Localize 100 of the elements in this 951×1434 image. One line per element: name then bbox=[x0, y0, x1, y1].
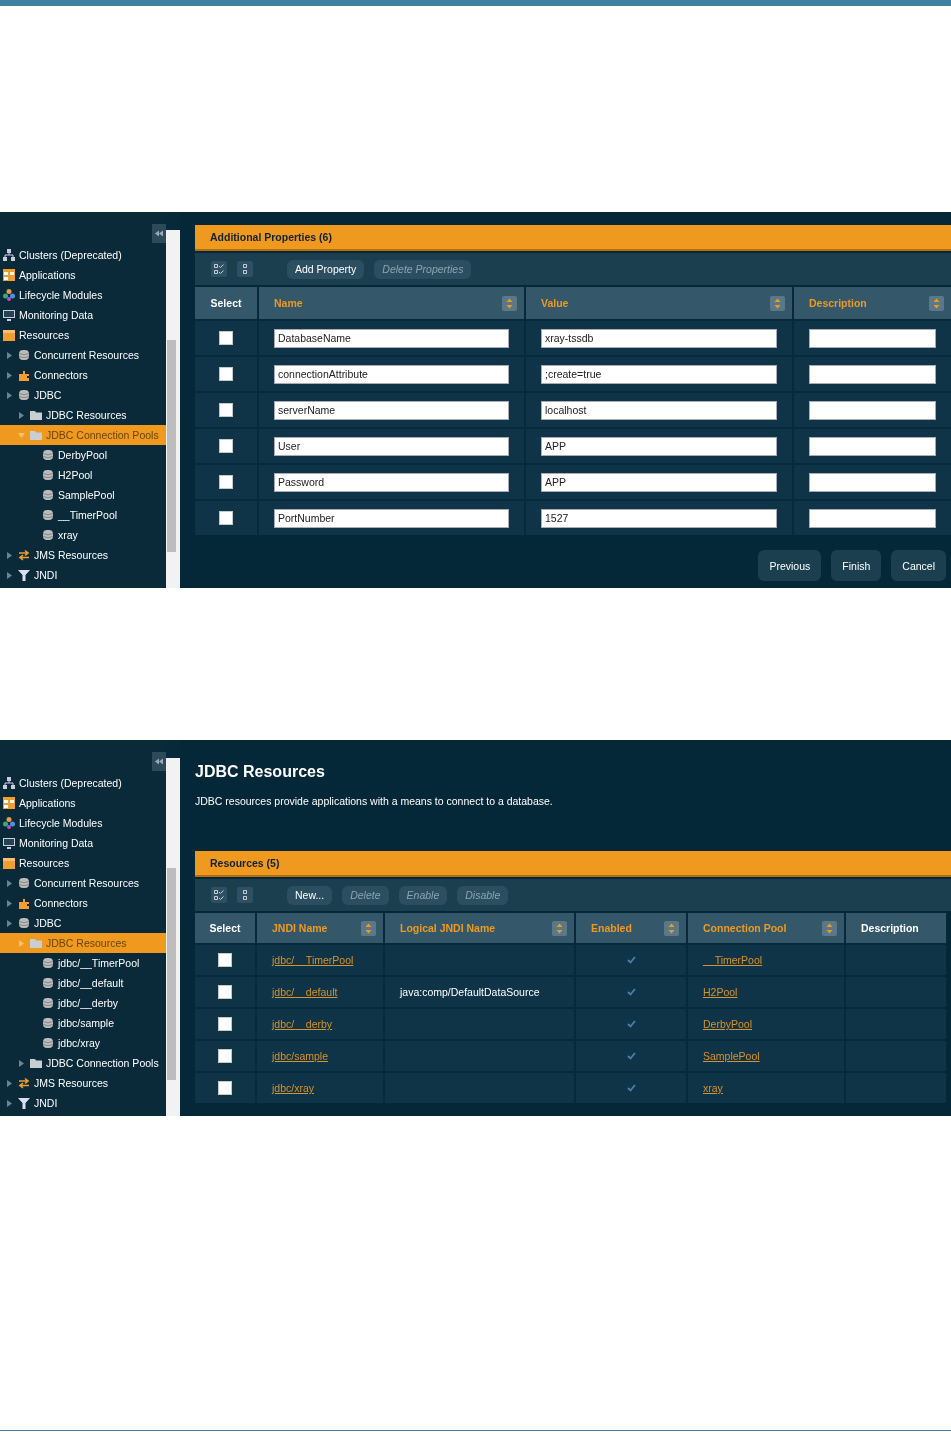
sidebar-item[interactable]: Concurrent Resources bbox=[0, 873, 166, 893]
sidebar-item[interactable]: JDBC Connection Pools bbox=[0, 425, 166, 445]
value-field[interactable]: ;create=true bbox=[541, 364, 777, 384]
checkbox[interactable] bbox=[218, 1017, 232, 1031]
sidebar-item[interactable]: Resources bbox=[0, 853, 166, 873]
name-field[interactable]: User bbox=[274, 436, 509, 456]
name-field[interactable]: serverName bbox=[274, 400, 509, 420]
toolbar-button[interactable]: Add Property bbox=[287, 259, 365, 279]
jndi-name-link[interactable]: jdbc/__default bbox=[272, 986, 338, 998]
sidebar-item[interactable]: SamplePool bbox=[0, 485, 166, 505]
sidebar-item[interactable]: JDBC Resources bbox=[0, 933, 166, 953]
jndi-name-link[interactable]: jdbc/xray bbox=[272, 1082, 314, 1094]
connection-pool-link[interactable]: DerbyPool bbox=[703, 1018, 753, 1030]
checkbox[interactable] bbox=[219, 403, 233, 417]
footer-button[interactable]: Cancel bbox=[891, 550, 946, 581]
sidebar-item[interactable]: xray bbox=[0, 525, 166, 545]
footer-button[interactable]: Previous bbox=[758, 550, 822, 581]
value-field[interactable]: 1527 bbox=[541, 508, 777, 528]
sort-icon[interactable] bbox=[770, 295, 785, 311]
column-header[interactable]: Description bbox=[846, 913, 946, 943]
sidebar-item[interactable]: JDBC Resources bbox=[0, 405, 166, 425]
checkbox[interactable] bbox=[218, 1049, 232, 1063]
description-field[interactable] bbox=[809, 364, 936, 384]
checkbox[interactable] bbox=[219, 331, 233, 345]
description-field[interactable] bbox=[809, 472, 936, 492]
sort-icon[interactable] bbox=[552, 920, 567, 936]
checkbox[interactable] bbox=[219, 439, 233, 453]
jndi-name-link[interactable]: jdbc/__TimerPool bbox=[272, 954, 354, 966]
sidebar-item[interactable]: Monitoring Data bbox=[0, 833, 166, 853]
checkbox[interactable] bbox=[218, 1081, 232, 1095]
sidebar-item[interactable]: Concurrent Resources bbox=[0, 345, 166, 365]
sidebar-item[interactable]: jdbc/__TimerPool bbox=[0, 953, 166, 973]
sort-icon[interactable] bbox=[822, 920, 837, 936]
sidebar-item[interactable]: JDBC bbox=[0, 913, 166, 933]
value-field[interactable]: APP bbox=[541, 436, 777, 456]
sidebar-item[interactable]: H2Pool bbox=[0, 465, 166, 485]
sidebar-item[interactable]: Lifecycle Modules bbox=[0, 285, 166, 305]
sidebar-item[interactable]: jdbc/xray bbox=[0, 1033, 166, 1053]
connection-pool-link[interactable]: H2Pool bbox=[703, 986, 738, 998]
scrollbar-thumb[interactable] bbox=[167, 868, 176, 1080]
description-field[interactable] bbox=[809, 436, 936, 456]
caret-right-icon[interactable] bbox=[5, 571, 13, 579]
value-field[interactable]: xray-tssdb bbox=[541, 328, 777, 348]
sidebar-item[interactable]: JDBC Connection Pools bbox=[0, 1053, 166, 1073]
caret-right-icon[interactable] bbox=[5, 919, 13, 927]
sidebar-item[interactable]: DerbyPool bbox=[0, 445, 166, 465]
sort-icon[interactable] bbox=[502, 295, 517, 311]
value-field[interactable]: localhost bbox=[541, 400, 777, 420]
sidebar-item[interactable]: Clusters (Deprecated) bbox=[0, 773, 166, 793]
sidebar-item[interactable]: JMS Resources bbox=[0, 545, 166, 565]
connection-pool-link[interactable]: SamplePool bbox=[703, 1050, 760, 1062]
description-field[interactable] bbox=[809, 328, 936, 348]
sidebar-item[interactable]: JNDI bbox=[0, 565, 166, 585]
caret-right-icon[interactable] bbox=[17, 1059, 25, 1067]
checkbox[interactable] bbox=[218, 953, 232, 967]
sort-icon[interactable] bbox=[929, 295, 944, 311]
sidebar-item[interactable]: jdbc/__default bbox=[0, 973, 166, 993]
value-field[interactable]: APP bbox=[541, 472, 777, 492]
caret-right-icon[interactable] bbox=[5, 371, 13, 379]
sidebar-item[interactable]: Lifecycle Modules bbox=[0, 813, 166, 833]
checkbox[interactable] bbox=[219, 367, 233, 381]
caret-right-icon[interactable] bbox=[5, 1099, 13, 1107]
caret-right-icon[interactable] bbox=[5, 899, 13, 907]
sidebar-item[interactable]: jdbc/__derby bbox=[0, 993, 166, 1013]
caret-right-icon[interactable] bbox=[17, 411, 25, 419]
caret-right-icon[interactable] bbox=[5, 351, 13, 359]
checkbox[interactable] bbox=[218, 985, 232, 999]
footer-button[interactable]: Finish bbox=[831, 550, 882, 581]
sidebar-item[interactable]: Monitoring Data bbox=[0, 305, 166, 325]
connection-pool-link[interactable]: __TimerPool bbox=[703, 954, 763, 966]
jndi-name-link[interactable]: jdbc/__derby bbox=[272, 1018, 333, 1030]
checkbox[interactable] bbox=[219, 475, 233, 489]
name-field[interactable]: connectionAttribute bbox=[274, 364, 509, 384]
sidebar-item[interactable]: Applications bbox=[0, 265, 166, 285]
name-field[interactable]: PortNumber bbox=[274, 508, 509, 528]
sort-icon[interactable] bbox=[361, 920, 376, 936]
collapse-icon[interactable] bbox=[152, 224, 166, 243]
sidebar-item[interactable]: jdbc/sample bbox=[0, 1013, 166, 1033]
description-field[interactable] bbox=[809, 400, 936, 420]
sidebar-item[interactable]: JNDI bbox=[0, 1093, 166, 1113]
sidebar-item[interactable]: Connectors bbox=[0, 893, 166, 913]
sidebar-item[interactable]: JMS Resources bbox=[0, 1073, 166, 1093]
sidebar-item[interactable]: Resources bbox=[0, 325, 166, 345]
checkbox[interactable] bbox=[219, 511, 233, 525]
column-header[interactable]: Select bbox=[195, 913, 255, 943]
description-field[interactable] bbox=[809, 508, 936, 528]
sidebar-item[interactable]: Applications bbox=[0, 793, 166, 813]
caret-right-icon[interactable] bbox=[5, 879, 13, 887]
collapse-icon[interactable] bbox=[152, 752, 166, 771]
caret-right-icon[interactable] bbox=[5, 551, 13, 559]
sidebar-item[interactable]: Connectors bbox=[0, 365, 166, 385]
sidebar-item[interactable]: __TimerPool bbox=[0, 505, 166, 525]
connection-pool-link[interactable]: xray bbox=[703, 1082, 723, 1094]
toolbar-button[interactable]: New... bbox=[287, 885, 333, 905]
column-header[interactable]: Select bbox=[195, 287, 257, 319]
scrollbar-thumb[interactable] bbox=[167, 340, 176, 552]
name-field[interactable]: Password bbox=[274, 472, 509, 492]
caret-right-icon[interactable] bbox=[5, 391, 13, 399]
sidebar-item[interactable]: Clusters (Deprecated) bbox=[0, 245, 166, 265]
sidebar-item[interactable]: JDBC bbox=[0, 385, 166, 405]
